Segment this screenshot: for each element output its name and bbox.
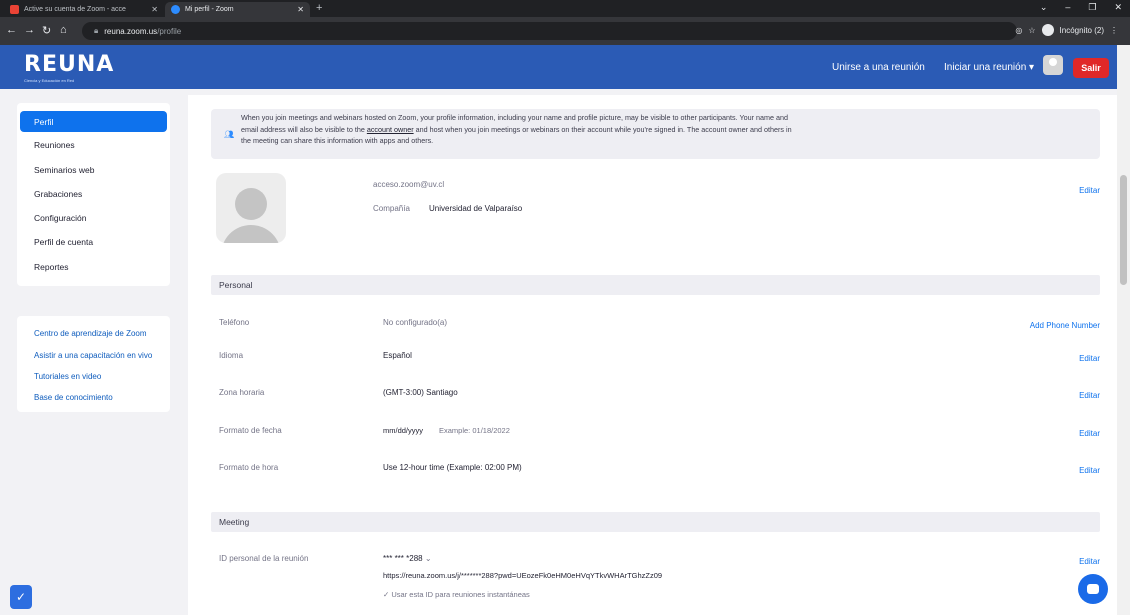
time-format-value: Use 12-hour time (Example: 02:00 PM) xyxy=(383,463,522,472)
incognito-icon xyxy=(1041,24,1054,36)
back-icon[interactable]: ← xyxy=(6,24,17,36)
use-instant-id[interactable]: ✓ Usar esta ID para reuniones instantáne… xyxy=(383,590,530,599)
section-meeting: Meeting xyxy=(211,512,1100,532)
notice-line: When you join meetings and webinars host… xyxy=(241,113,788,122)
date-format-value: mm/dd/yyyy xyxy=(383,426,424,435)
chevron-down-icon[interactable]: ⌄ xyxy=(1040,2,1048,13)
logo-tagline: Ciencia y Educación en Red xyxy=(24,78,75,83)
lock-icon: 🔒︎ xyxy=(94,26,99,35)
menu-icon[interactable]: ⋮ xyxy=(1110,26,1118,35)
chat-icon xyxy=(1087,584,1099,594)
edit-profile-link[interactable]: Editar xyxy=(1079,186,1100,195)
live-training-link[interactable]: Asistir a una capacitación en vivo xyxy=(34,351,152,360)
incognito-label: Incógnito (2) xyxy=(1059,25,1104,35)
minimize-icon[interactable]: – xyxy=(1065,2,1070,13)
timezone-value: (GMT-3:00) Santiago xyxy=(383,388,458,397)
knowledge-base-link[interactable]: Base de conocimiento xyxy=(34,393,113,402)
timezone-label: Zona horaria xyxy=(219,388,265,397)
profile-panel: 👥︎ When you join meetings and webinars h… xyxy=(188,95,1117,615)
sidebar-nav: Perfil Reuniones Seminarios web Grabacio… xyxy=(17,103,170,286)
users-icon: 👥︎ xyxy=(224,130,235,139)
gmail-icon xyxy=(10,5,19,14)
browser-tab-zoom[interactable]: Mi perfil - Zoom ✕ xyxy=(165,2,310,17)
join-meeting-link[interactable]: Unirse a una reunión xyxy=(832,62,925,73)
sidebar-item-perfil-cuenta[interactable]: Perfil de cuenta xyxy=(20,231,167,252)
add-phone-link[interactable]: Add Phone Number xyxy=(1030,321,1100,330)
url-path: /profile xyxy=(157,26,182,36)
video-tutorials-link[interactable]: Tutoriales en video xyxy=(34,372,101,381)
time-format-label: Formato de hora xyxy=(219,463,279,472)
phone-value: No configurado(a) xyxy=(383,318,448,327)
maximize-icon[interactable]: ❐ xyxy=(1088,2,1096,13)
window-controls: ⌄ – ❐ ✕ xyxy=(1040,2,1122,13)
sidebar-item-configuracion[interactable]: Configuración xyxy=(20,207,167,228)
logout-button[interactable]: Salir xyxy=(1073,58,1109,78)
person-icon xyxy=(235,188,267,220)
sidebar-item-perfil[interactable]: Perfil xyxy=(20,111,167,132)
notice-line: the meeting can share this information w… xyxy=(241,136,434,145)
zoom-icon xyxy=(171,5,180,14)
date-format-label: Formato de fecha xyxy=(219,426,282,435)
sidebar-item-seminarios[interactable]: Seminarios web xyxy=(20,159,167,180)
reload-icon[interactable]: ↻ xyxy=(42,24,51,37)
shield-icon[interactable]: ✓ xyxy=(10,585,32,609)
meeting-id-label: ID personal de la reunión xyxy=(219,554,309,563)
account-owner-link[interactable]: account owner xyxy=(367,125,414,134)
learning-center-link[interactable]: Centro de aprendizaje de Zoom xyxy=(34,329,147,338)
scrollbar-thumb[interactable] xyxy=(1120,175,1127,285)
url-host: reuna.zoom.us xyxy=(104,26,158,36)
home-icon[interactable]: ⌂ xyxy=(60,24,67,36)
close-window-icon[interactable]: ✕ xyxy=(1114,2,1122,13)
sidebar-item-reuniones[interactable]: Reuniones xyxy=(20,134,167,155)
company-value: Universidad de Valparaíso xyxy=(429,204,523,213)
avatar[interactable] xyxy=(1043,55,1063,75)
close-icon[interactable]: ✕ xyxy=(151,5,158,14)
language-value: Español xyxy=(383,351,412,360)
browser-toolbar: ← → ↻ ⌂ 🔒︎ reuna.zoom.us/profile ◎ ☆ Inc… xyxy=(0,17,1130,45)
date-format-example: Example: 01/18/2022 xyxy=(439,426,510,435)
chevron-down-icon[interactable]: ⌄ xyxy=(425,554,432,563)
sidebar-item-grabaciones[interactable]: Grabaciones xyxy=(20,183,167,204)
company-label: Compañía xyxy=(373,204,410,213)
edit-time-format-link[interactable]: Editar xyxy=(1079,466,1100,475)
profile-picture[interactable] xyxy=(216,173,286,243)
edit-timezone-link[interactable]: Editar xyxy=(1079,391,1100,400)
privacy-notice: 👥︎ When you join meetings and webinars h… xyxy=(211,109,1100,159)
reuna-logo[interactable]: REUNA xyxy=(24,52,114,77)
section-personal: Personal xyxy=(211,275,1100,295)
browser-tab-gmail[interactable]: Active su cuenta de Zoom - acce ✕ xyxy=(4,2,164,17)
eye-off-icon: ◎ xyxy=(1015,25,1023,35)
meeting-id-value: *** *** *288 ⌄ xyxy=(383,554,432,563)
check-icon: ✓ xyxy=(383,590,390,599)
forward-icon[interactable]: → xyxy=(24,24,35,36)
incognito-indicator[interactable]: ◎ ☆ Incógnito (2) ⋮ xyxy=(1015,24,1118,36)
sidebar-item-reportes[interactable]: Reportes xyxy=(20,256,167,277)
notice-line: email address will also be visible to th… xyxy=(241,124,792,134)
edit-language-link[interactable]: Editar xyxy=(1079,354,1100,363)
profile-email: acceso.zoom@uv.cl xyxy=(373,180,445,189)
scrollbar[interactable] xyxy=(1117,45,1130,615)
edit-meeting-id-link[interactable]: Editar xyxy=(1079,557,1100,566)
tab-title: Mi perfil - Zoom xyxy=(185,6,234,13)
chat-button[interactable] xyxy=(1078,574,1108,604)
star-icon[interactable]: ☆ xyxy=(1028,26,1035,35)
meeting-link[interactable]: https://reuna.zoom.us/j/*******288?pwd=U… xyxy=(383,571,662,580)
address-bar[interactable]: 🔒︎ reuna.zoom.us/profile xyxy=(82,22,1017,40)
edit-date-format-link[interactable]: Editar xyxy=(1079,429,1100,438)
browser-tabbar: Active su cuenta de Zoom - acce ✕ Mi per… xyxy=(0,0,1130,17)
language-label: Idioma xyxy=(219,351,244,360)
site-header: REUNA Ciencia y Educación en Red Unirse … xyxy=(0,45,1117,89)
tab-title: Active su cuenta de Zoom - acce xyxy=(24,6,126,13)
close-icon[interactable]: ✕ xyxy=(297,5,304,14)
phone-label: Teléfono xyxy=(219,318,250,327)
sidebar-help-links: Centro de aprendizaje de Zoom Asistir a … xyxy=(17,316,170,412)
start-meeting-link[interactable]: Iniciar una reunión ▾ xyxy=(944,62,1034,73)
new-tab-button[interactable]: + xyxy=(316,2,322,14)
